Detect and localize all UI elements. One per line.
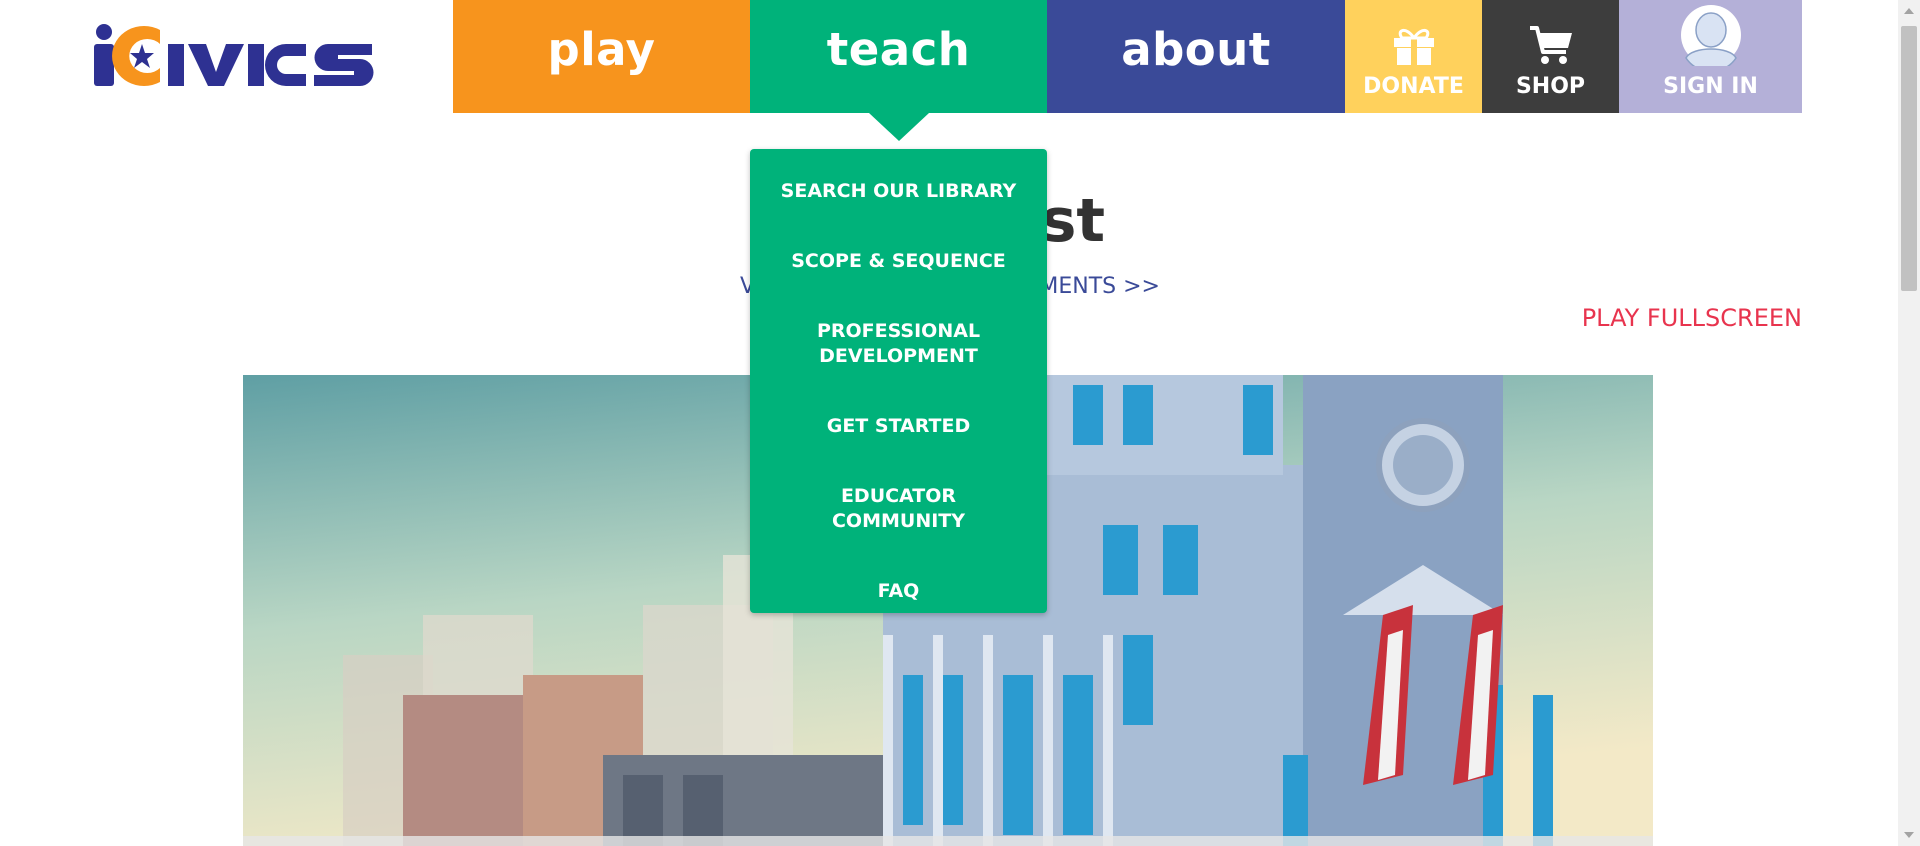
cart-icon [1529,26,1572,64]
nav-play-label: play [547,23,656,76]
gift-icon [1393,29,1434,65]
teach-dropdown-pointer [868,113,929,141]
nav-shop-label: SHOP [1515,74,1586,99]
icivics-logo[interactable] [90,22,380,88]
nav-sign-in-label: SIGN IN [1663,74,1758,99]
nav-about-label: about [1121,23,1271,76]
page-scrollbar[interactable] [1898,0,1920,846]
menu-item-get-started[interactable]: GET STARTED [779,414,1019,439]
nav-donate-label: DONATE [1363,74,1464,99]
nav-about[interactable]: about [1047,0,1345,113]
play-fullscreen-link[interactable]: PLAY FULLSCREEN [1582,304,1802,332]
menu-item-scope-sequence[interactable]: SCOPE & SEQUENCE [779,249,1019,274]
nav-sign-in[interactable]: SIGN IN [1619,0,1802,113]
menu-item-search-library[interactable]: SEARCH OUR LIBRARY [779,179,1019,204]
page: play teach about DONATE SHOP SIGN IN est… [0,0,1920,846]
nav-play[interactable]: play [453,0,750,113]
menu-item-professional-development[interactable]: PROFESSIONAL DEVELOPMENT [779,319,1019,369]
menu-item-faq[interactable]: FAQ [779,579,1019,604]
scroll-down-arrow-icon[interactable] [1904,832,1914,838]
scrollbar-thumb[interactable] [1901,26,1917,291]
nav-donate[interactable]: DONATE [1345,0,1482,113]
nav-shop[interactable]: SHOP [1482,0,1619,113]
nav-teach[interactable]: teach [750,0,1047,141]
teach-dropdown-menu: SEARCH OUR LIBRARY SCOPE & SEQUENCE PROF… [750,149,1047,613]
nav-teach-label: teach [826,23,971,76]
icivics-logo-mark [94,24,374,86]
scroll-up-arrow-icon[interactable] [1904,8,1914,14]
user-avatar-icon [1680,5,1741,66]
main-nav: play teach about DONATE SHOP SIGN IN [453,0,1802,141]
menu-item-educator-community[interactable]: EDUCATOR COMMUNITY [779,484,1019,534]
